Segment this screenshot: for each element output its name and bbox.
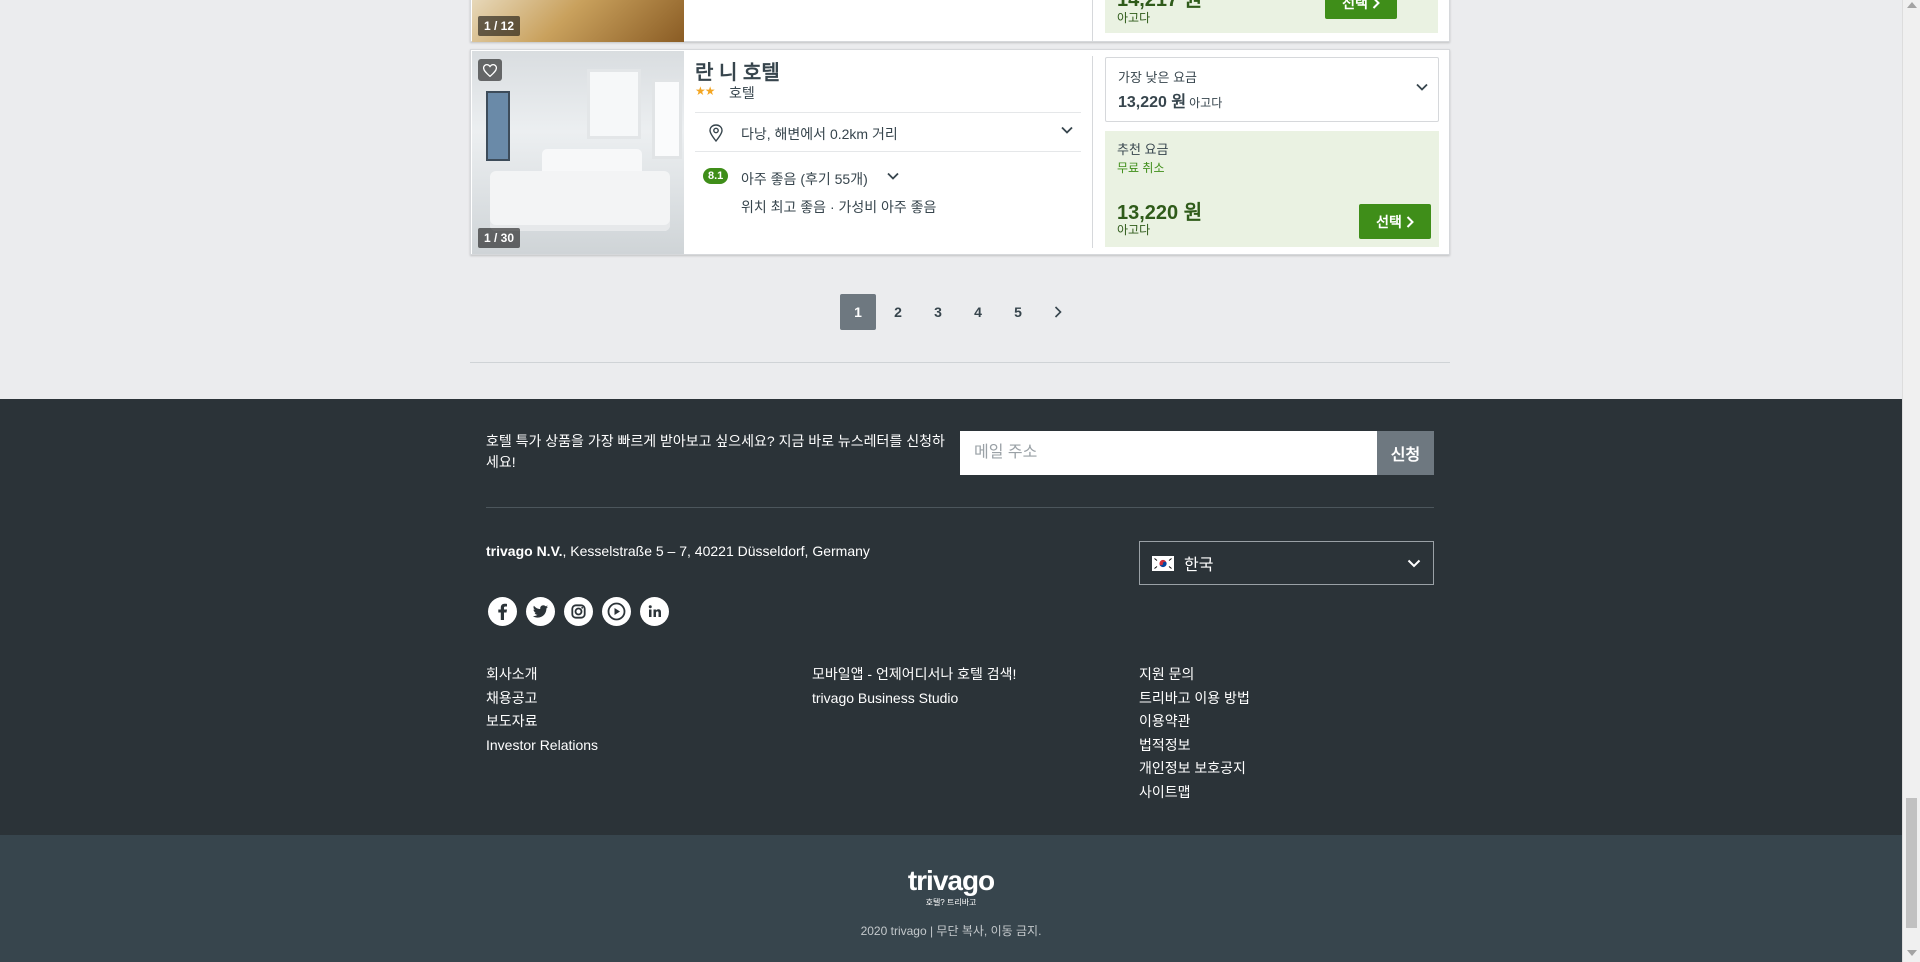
page-1-button[interactable]: 1	[840, 294, 876, 330]
footer-link-sitemap[interactable]: 사이트맵	[1139, 781, 1250, 805]
company-name: trivago N.V.	[486, 543, 563, 559]
chevron-down-icon	[1061, 126, 1073, 134]
scroll-up-arrow-icon[interactable]	[1907, 2, 1917, 8]
footer: 호텔 특가 상품을 가장 빠르게 받아보고 싶으세요? 지금 바로 뉴스레터를 …	[0, 399, 1902, 835]
trivago-logo[interactable]: trivago	[0, 865, 1902, 897]
korea-flag-icon	[1152, 555, 1174, 571]
page-3-button[interactable]: 3	[920, 294, 956, 330]
facebook-icon[interactable]	[488, 597, 517, 626]
linkedin-icon[interactable]	[640, 597, 669, 626]
results-divider	[470, 362, 1450, 363]
hotel-card[interactable]: 1 / 12 14,217 원 아고다 선택	[470, 0, 1450, 42]
lowest-price-dropdown[interactable]: 가장 낮은 요금 13,220 원 아고다	[1105, 57, 1439, 122]
chevron-right-icon	[1406, 215, 1414, 228]
photo-counter: 1 / 30	[478, 228, 521, 248]
rating-label: 아주 좋음	[741, 171, 797, 187]
rating-score-badge: 8.1	[703, 168, 729, 184]
address-text: , Kesselstraße 5 – 7, 40221 Düsseldorf, …	[562, 543, 870, 559]
lowest-price: 13,220 원 아고다	[1118, 88, 1222, 112]
free-cancellation: 무료 취소	[1117, 161, 1165, 175]
hotel-photo[interactable]: 1 / 30	[472, 51, 684, 254]
scrollbar[interactable]	[1902, 0, 1920, 962]
email-input[interactable]	[960, 431, 1377, 475]
instagram-icon[interactable]	[564, 597, 593, 626]
footer-link-about[interactable]: 회사소개	[486, 663, 598, 687]
location-row[interactable]: 다낭, 해변에서 0.2km 거리	[695, 112, 1081, 152]
footer-links-products: 모바일앱 - 언제어디서나 호텔 검색! trivago Business St…	[812, 663, 1016, 710]
heart-icon	[483, 63, 497, 77]
company-address: trivago N.V., Kesselstraße 5 – 7, 40221 …	[486, 543, 870, 559]
review-count: (후기 55개)	[800, 171, 868, 187]
youtube-icon[interactable]	[602, 597, 631, 626]
select-label: 선택	[1342, 0, 1368, 11]
hotel-type: 호텔	[729, 85, 755, 101]
room-window	[652, 79, 682, 159]
recommended-deal: 추천 요금 무료 취소 13,220 원 아고다 선택	[1105, 131, 1439, 247]
room-picture	[486, 91, 510, 161]
photo-counter: 1 / 12	[478, 16, 521, 36]
footer-bottom: trivago 호텔? 트리바고 2020 trivago | 무단 복사, 이…	[0, 835, 1902, 962]
map-pin-icon	[709, 124, 723, 142]
lowest-price-value: 13,220 원	[1118, 94, 1187, 111]
subscribe-button[interactable]: 신청	[1377, 431, 1434, 475]
lowest-price-label: 가장 낮은 요금	[1118, 70, 1197, 85]
footer-link-business-studio[interactable]: trivago Business Studio	[812, 687, 1016, 711]
favorite-button[interactable]	[478, 59, 502, 81]
page-5-button[interactable]: 5	[1000, 294, 1036, 330]
room-bed	[490, 171, 670, 231]
footer-link-terms[interactable]: 이용약관	[1139, 710, 1250, 734]
location-text: 다낭, 해변에서 0.2km 거리	[741, 126, 898, 142]
scrollbar-thumb[interactable]	[1906, 798, 1917, 928]
chevron-right-icon	[1054, 306, 1062, 318]
card-divider	[1092, 56, 1093, 248]
footer-links-company: 회사소개 채용공고 보도자료 Investor Relations	[486, 663, 598, 757]
scroll-down-arrow-icon[interactable]	[1907, 950, 1917, 956]
select-button[interactable]: 선택	[1325, 0, 1397, 19]
footer-link-how-to-use[interactable]: 트리바고 이용 방법	[1139, 687, 1250, 711]
chevron-right-icon	[1372, 0, 1380, 9]
footer-link-mobile-app[interactable]: 모바일앱 - 언제어디서나 호텔 검색!	[812, 663, 1016, 687]
copyright: 2020 trivago | 무단 복사, 이동 금지.	[860, 924, 1042, 938]
footer-link-support[interactable]: 지원 문의	[1139, 663, 1250, 687]
newsletter-text: 호텔 특가 상품을 가장 빠르게 받아보고 싶으세요? 지금 바로 뉴스레터를 …	[486, 433, 945, 470]
hotel-photo[interactable]: 1 / 12	[472, 0, 684, 42]
room-window	[587, 69, 641, 139]
page-4-button[interactable]: 4	[960, 294, 996, 330]
hotel-card[interactable]: 1 / 30 란 니 호텔 ★★ 호텔 다낭, 해변에서 0.2km 거리 8.…	[470, 49, 1450, 255]
next-page-button[interactable]	[1040, 294, 1076, 330]
select-button[interactable]: 선택	[1359, 204, 1431, 239]
deal-site: 아고다	[1117, 11, 1151, 25]
footer-link-privacy[interactable]: 개인정보 보호공지	[1139, 757, 1250, 781]
footer-link-investors[interactable]: Investor Relations	[486, 734, 598, 758]
footer-link-legal[interactable]: 법적정보	[1139, 734, 1250, 758]
footer-link-careers[interactable]: 채용공고	[486, 687, 598, 711]
lowest-price-site: 아고다	[1189, 96, 1223, 110]
country-selector[interactable]: 한국	[1139, 541, 1434, 585]
page-2-button[interactable]: 2	[880, 294, 916, 330]
social-links	[488, 597, 669, 626]
deal-site: 아고다	[1117, 223, 1151, 237]
country-label: 한국	[1184, 557, 1214, 574]
card-divider	[1092, 0, 1093, 41]
chevron-down-icon	[1416, 83, 1428, 91]
deal-label: 추천 요금	[1117, 142, 1169, 157]
footer-divider	[486, 507, 1434, 508]
deal-box: 14,217 원 아고다 선택	[1105, 0, 1438, 33]
hotel-name[interactable]: 란 니 호텔	[695, 56, 780, 85]
twitter-icon[interactable]	[526, 597, 555, 626]
pagination: 1 2 3 4 5	[840, 294, 1076, 330]
rating-detail: 위치 최고 좋음 · 가성비 아주 좋음	[741, 199, 937, 215]
rating-summary[interactable]: 아주 좋음 (후기 55개)	[741, 169, 868, 189]
chevron-down-icon	[1407, 559, 1421, 567]
chevron-down-icon[interactable]	[887, 172, 899, 180]
select-label: 선택	[1376, 213, 1402, 230]
footer-link-press[interactable]: 보도자료	[486, 710, 598, 734]
logo-tagline: 호텔? 트리바고	[925, 898, 977, 907]
star-rating: ★★	[695, 84, 715, 98]
footer-links-support: 지원 문의 트리바고 이용 방법 이용약관 법적정보 개인정보 보호공지 사이트…	[1139, 663, 1250, 804]
